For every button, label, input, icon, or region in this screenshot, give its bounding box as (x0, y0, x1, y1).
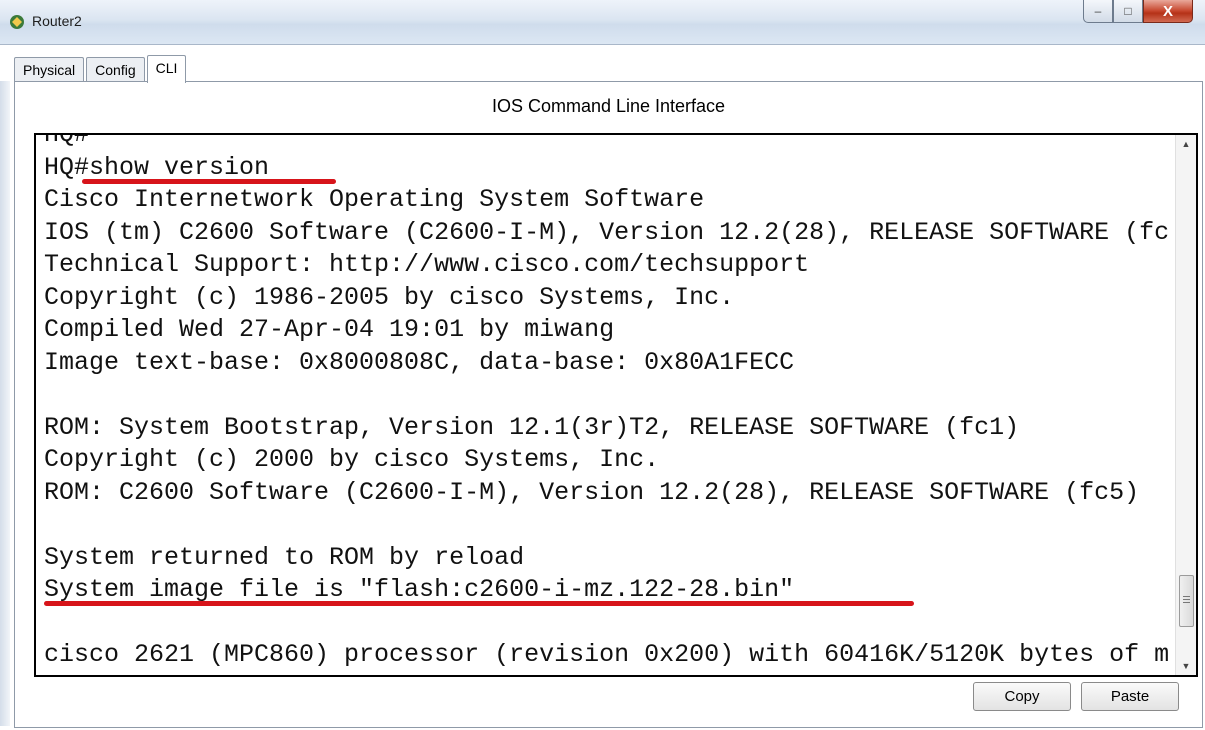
maximize-icon: □ (1124, 4, 1132, 18)
terminal-line: Compiled Wed 27-Apr-04 19:01 by miwang (44, 315, 615, 344)
terminal-scrollbar[interactable]: ▲ ▼ (1175, 135, 1196, 675)
router-app-icon (10, 15, 24, 29)
terminal-line: Cisco Internetwork Operating System Soft… (44, 185, 705, 214)
paste-button[interactable]: Paste (1081, 682, 1179, 711)
cli-heading: IOS Command Line Interface (491, 96, 726, 116)
terminal-line: Copyright (c) 2000 by cisco Systems, Inc… (44, 445, 660, 474)
scroll-thumb[interactable] (1179, 575, 1194, 627)
close-icon: X (1162, 2, 1173, 20)
tab-physical[interactable]: Physical (14, 57, 85, 82)
terminal-output: HQ# HQ#show version Cisco Internetwork Ope… (44, 133, 1168, 672)
terminal-line: ROM: C2600 Software (C2600-I-M), Version… (44, 477, 1140, 507)
title-bar[interactable]: Router2 – □ X (0, 0, 1205, 45)
terminal-line: ROM: System Bootstrap, Version 12.1(3r)T… (44, 412, 1020, 442)
scroll-up-arrow-icon[interactable]: ▲ (1176, 135, 1196, 153)
tab-cli[interactable]: CLI (146, 55, 187, 83)
window-left-border (0, 81, 10, 726)
terminal-line: System returned to ROM by reload (44, 542, 525, 572)
tab-bar: Physical Config CLI (14, 55, 188, 83)
minimize-icon: – (1094, 4, 1102, 18)
terminal-line: IOS (tm) C2600 Software (C2600-I-M), Ver… (44, 217, 1168, 247)
cli-terminal[interactable]: HQ# HQ#show version Cisco Internetwork Ope… (34, 133, 1198, 677)
terminal-line: Copyright (c) 1986-2005 by cisco Systems… (44, 282, 735, 312)
image-file-underline (44, 601, 914, 606)
show-version-underline (82, 179, 336, 184)
close-button[interactable]: X (1143, 0, 1193, 23)
terminal-line: Technical Support: http://www.cisco.com/… (44, 250, 810, 279)
tab-config[interactable]: Config (86, 57, 145, 82)
terminal-line: Image text-base: 0x8000808C, data-base: … (44, 347, 795, 377)
window-controls: – □ X (1083, 0, 1193, 24)
terminal-line: cisco 2621 (MPC860) processor (revision … (44, 640, 1168, 669)
maximize-button[interactable]: □ (1113, 0, 1143, 23)
scroll-down-arrow-icon[interactable]: ▼ (1176, 657, 1196, 675)
copy-button[interactable]: Copy (973, 682, 1071, 711)
window-title: Router2 (32, 13, 82, 29)
grip-icon (1183, 596, 1190, 597)
terminal-line: HQ# (44, 133, 90, 149)
minimize-button[interactable]: – (1083, 0, 1113, 23)
